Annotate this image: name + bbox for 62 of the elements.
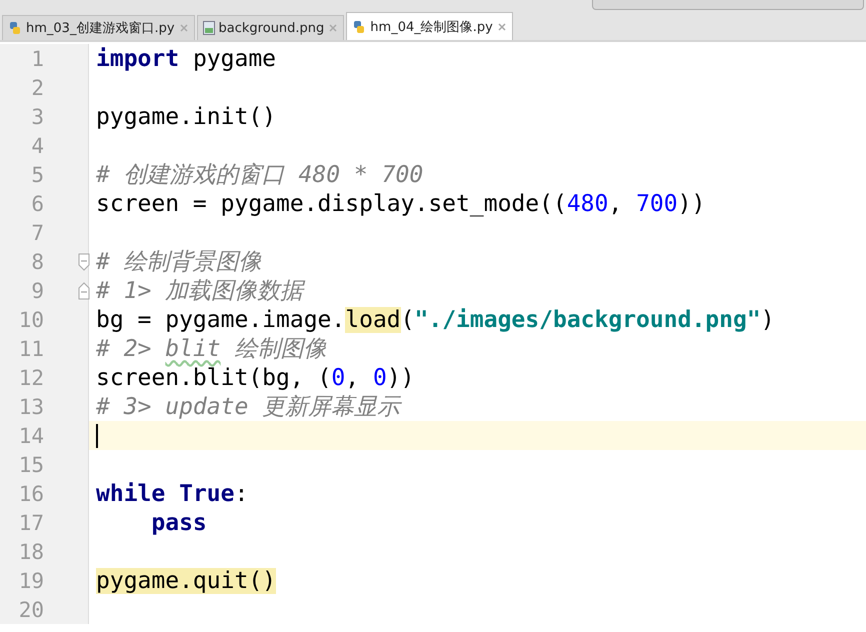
line-number: 4: [30, 134, 44, 158]
image-file-icon: [202, 21, 215, 35]
code-token: pygame: [192, 46, 276, 72]
code-token: 0: [372, 364, 387, 390]
line-number: 15: [18, 452, 44, 476]
code-token: )): [678, 190, 706, 216]
code-token: 700: [636, 190, 678, 216]
line-number: 16: [18, 482, 44, 506]
code-token: while: [96, 480, 166, 506]
editor-tab[interactable]: hm_03_创建游戏窗口.py: [2, 15, 195, 40]
code-comment: # 3> update 更新屏幕显示: [96, 393, 400, 422]
line-number: 17: [18, 510, 44, 534]
code-token: 0: [331, 364, 346, 390]
code-token: ): [760, 306, 775, 332]
code-token: bg = pygame.image.: [96, 306, 346, 332]
editor-tab[interactable]: background.png: [196, 15, 344, 40]
line-number: 12: [18, 366, 44, 390]
line-number: 6: [30, 192, 44, 216]
code-token: True: [178, 480, 234, 506]
line-number: 2: [30, 76, 44, 100]
code-token: pygame.init(): [96, 104, 276, 130]
close-icon[interactable]: [178, 23, 189, 33]
close-icon[interactable]: [328, 23, 338, 33]
code-comment: # 创建游戏的窗口 480 * 700: [96, 161, 424, 190]
fold-icon[interactable]: [78, 282, 90, 300]
code-token: )): [386, 364, 415, 390]
code-token: import: [96, 46, 180, 72]
code-token: load: [345, 306, 401, 332]
line-number: 1: [30, 46, 44, 70]
line-number: 14: [18, 424, 44, 448]
line-number: 10: [18, 308, 44, 332]
code-comment: # 1> 加载图像数据: [96, 277, 304, 306]
code-token: (: [400, 306, 414, 332]
code-token: ,: [608, 190, 624, 216]
code-token: pass: [150, 510, 207, 536]
python-file-icon: [8, 21, 22, 35]
fold-icon[interactable]: [78, 253, 90, 271]
code-token: ,: [345, 364, 360, 390]
code-comment: # 绘制背景图像: [96, 248, 262, 277]
code-comment: 绘制图像: [233, 335, 326, 364]
line-number: 11: [18, 336, 44, 360]
line-number: 13: [18, 394, 44, 418]
text-cursor: [96, 424, 98, 448]
editor-tab[interactable]: hm_04_绘制图像.py: [346, 12, 513, 40]
code-token: "./images/background.png": [414, 306, 761, 332]
close-icon[interactable]: [496, 22, 507, 32]
line-number: 3: [30, 104, 44, 128]
code-token: screen = pygame.display.set_mode((: [96, 190, 567, 216]
line-number: 9: [30, 278, 44, 302]
line-number: 5: [30, 162, 44, 186]
code-token: pygame.quit(): [96, 568, 276, 594]
code-token: screen.blit(bg, (: [96, 364, 332, 390]
code-token: 480: [566, 190, 608, 216]
code-comment: # 2>: [96, 336, 152, 362]
line-number: 8: [30, 250, 44, 274]
python-file-icon: [352, 20, 366, 34]
line-number: 19: [18, 568, 44, 592]
line-number: 18: [18, 540, 44, 564]
code-token: :: [234, 480, 248, 506]
line-number: 7: [30, 220, 44, 244]
code-comment: blit: [165, 336, 221, 362]
line-number: 20: [18, 598, 44, 622]
